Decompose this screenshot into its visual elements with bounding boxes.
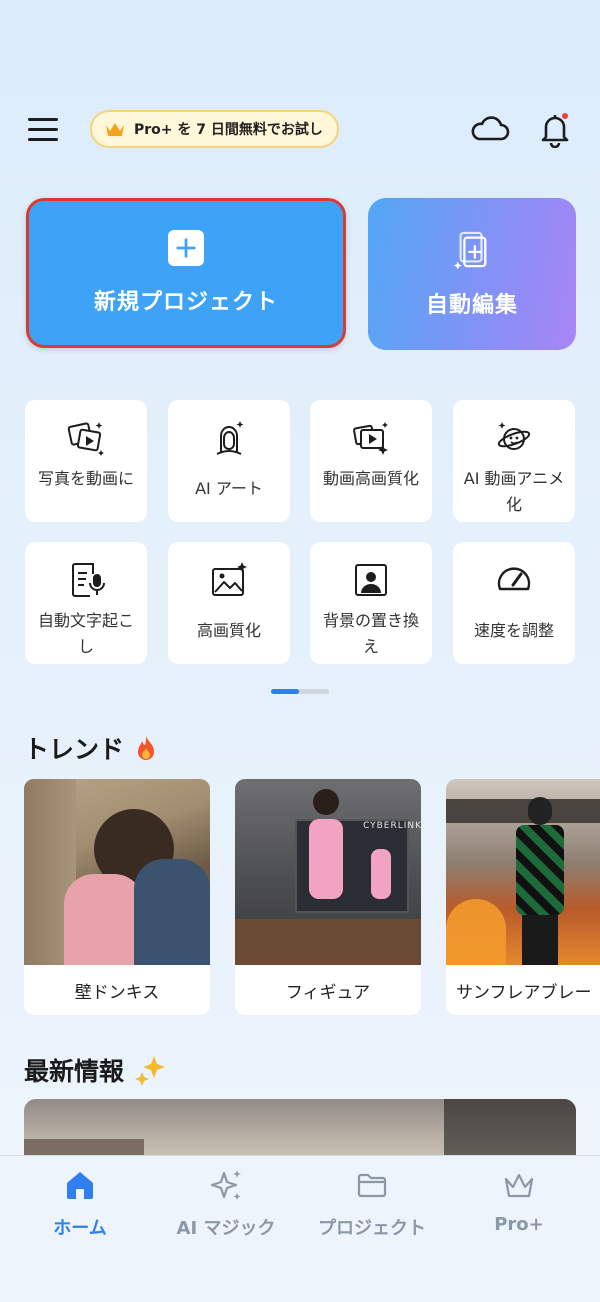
tool-label: AI 動画アニメ化 xyxy=(463,469,565,514)
nav-home[interactable]: ホーム xyxy=(7,1168,153,1240)
fire-icon xyxy=(138,736,155,760)
image-enhance-icon xyxy=(212,562,247,596)
ai-art-icon xyxy=(216,421,244,455)
tool-label: AI アート xyxy=(195,479,263,498)
new-project-label: 新規プロジェクト xyxy=(93,290,278,315)
pro-trial-button[interactable]: Pro+ を 7 日間無料でお試し xyxy=(90,110,339,148)
tool-label: 速度を調整 xyxy=(473,621,554,640)
transcribe-icon xyxy=(72,563,105,597)
nav-project[interactable]: プロジェクト xyxy=(299,1168,445,1240)
video-enhance-icon xyxy=(353,422,388,455)
trend-card[interactable]: サンフレアブレー xyxy=(446,779,600,1015)
page-indicator xyxy=(271,689,329,694)
speed-icon xyxy=(497,567,531,591)
auto-edit-icon xyxy=(453,231,487,270)
crown-icon xyxy=(106,123,124,136)
nav-label: プロジェクト xyxy=(318,1218,426,1239)
trend-image-text: CYBERLINK xyxy=(363,821,421,831)
tool-video-enhance[interactable]: 動画高画質化 xyxy=(310,400,432,522)
new-project-button[interactable]: 新規プロジェクト xyxy=(26,198,346,348)
tool-background-replace[interactable]: 背景の置き換え xyxy=(310,542,432,664)
auto-edit-label: 自動編集 xyxy=(425,293,518,318)
home-icon xyxy=(67,1172,93,1199)
video-anime-icon xyxy=(497,422,531,450)
pro-trial-label: Pro+ を 7 日間無料でお試し xyxy=(134,122,323,138)
nav-label: Pro+ xyxy=(494,1214,544,1235)
menu-icon[interactable] xyxy=(28,112,62,146)
folder-icon xyxy=(357,1173,387,1198)
photo-to-video-icon xyxy=(67,422,104,456)
tool-label: 写真を動画に xyxy=(37,469,134,488)
tool-ai-art[interactable]: AI アート xyxy=(168,400,290,522)
trend-thumbnail: CYBERLINK xyxy=(235,779,421,965)
background-replace-icon xyxy=(355,564,387,596)
tool-label: 自動文字起こし xyxy=(37,611,134,656)
trend-title: サンフレアブレー xyxy=(456,982,592,1003)
tool-label: 動画高画質化 xyxy=(322,469,419,488)
page-indicator-active xyxy=(271,689,299,694)
bell-icon[interactable] xyxy=(538,110,572,148)
trend-title: フィギュア xyxy=(285,982,371,1003)
nav-label: ホーム xyxy=(53,1218,107,1239)
sparkle-icon xyxy=(210,1170,241,1200)
nav-pro[interactable]: Pro+ xyxy=(446,1168,592,1235)
tool-photo-to-video[interactable]: 写真を動画に xyxy=(25,400,147,522)
cloud-icon[interactable] xyxy=(470,112,510,146)
tool-video-anime[interactable]: AI 動画アニメ化 xyxy=(453,400,575,522)
nav-label: AI マジック xyxy=(176,1218,276,1239)
trend-title: 壁ドンキス xyxy=(74,982,160,1003)
news-section-title: 最新情報 xyxy=(24,1052,166,1088)
crown-icon xyxy=(504,1173,534,1198)
auto-edit-button[interactable]: 自動編集 xyxy=(368,198,576,350)
tool-label: 背景の置き換え xyxy=(322,611,419,656)
plus-icon xyxy=(168,230,204,266)
sparkle-icon xyxy=(135,1056,166,1086)
trend-thumbnail xyxy=(446,779,600,965)
nav-ai-magic[interactable]: AI マジック xyxy=(153,1168,299,1240)
tool-label: 高画質化 xyxy=(196,621,261,640)
trend-section-title: トレンド xyxy=(24,730,158,766)
trend-card[interactable]: 壁ドンキス xyxy=(24,779,210,1015)
notification-dot xyxy=(562,113,568,119)
tool-transcribe[interactable]: 自動文字起こし xyxy=(25,542,147,664)
tool-speed[interactable]: 速度を調整 xyxy=(453,542,575,664)
tool-image-enhance[interactable]: 高画質化 xyxy=(168,542,290,664)
trend-card[interactable]: CYBERLINK フィギュア xyxy=(235,779,421,1015)
trend-thumbnail xyxy=(24,779,210,965)
